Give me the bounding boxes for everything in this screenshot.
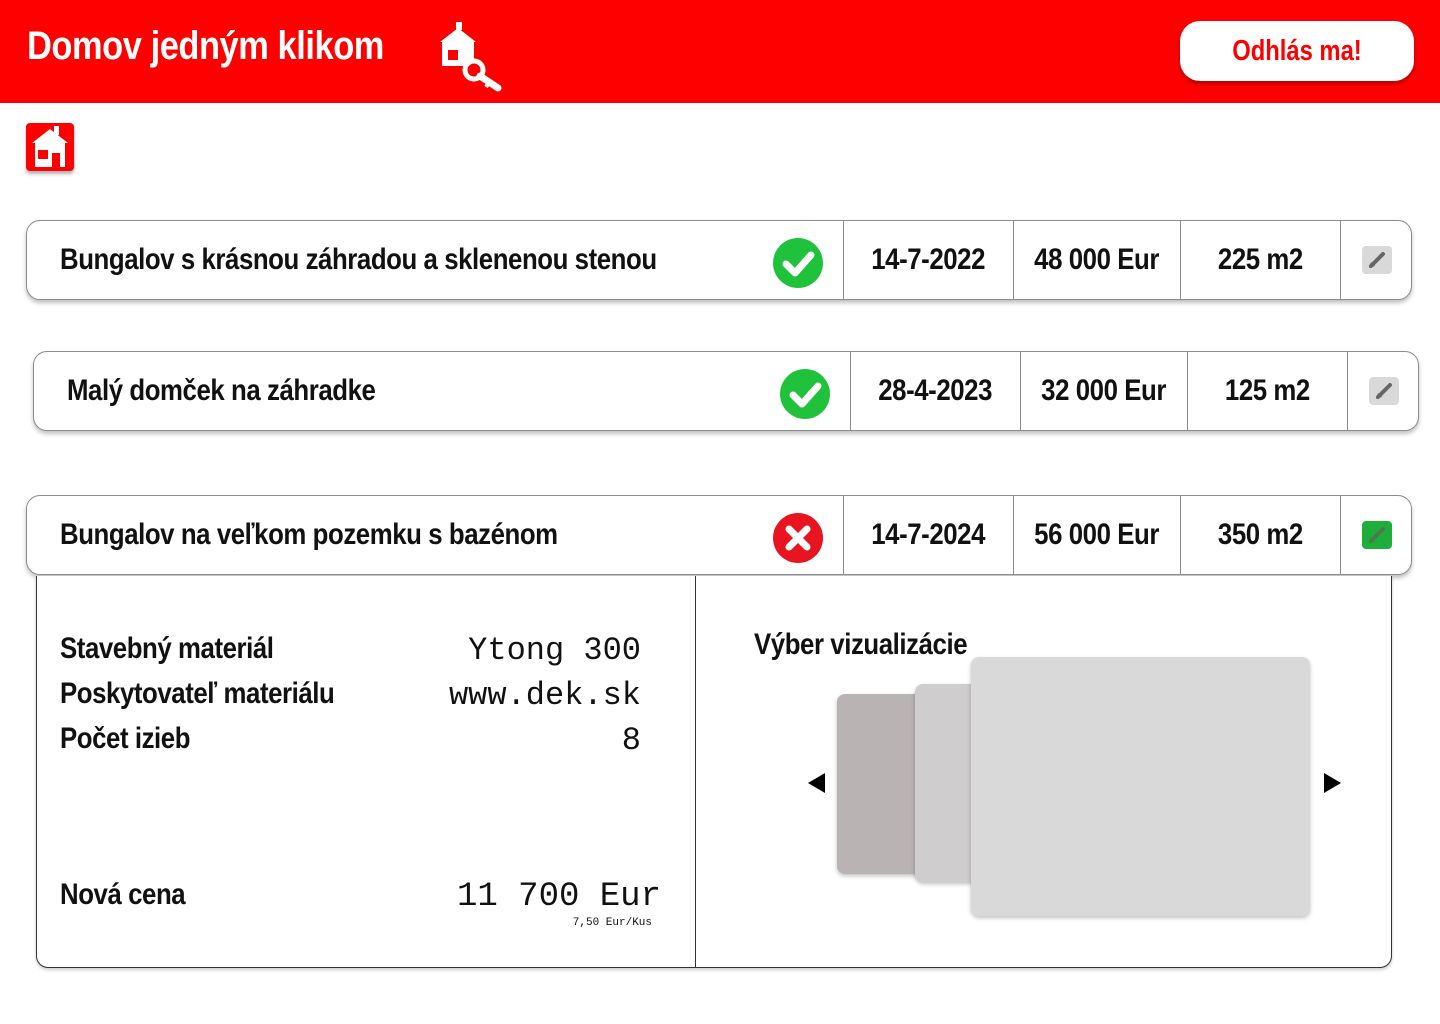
- listing-date: 14-7-2024: [843, 496, 1013, 574]
- logout-label: Odhlás ma!: [1232, 34, 1362, 67]
- spec-value: Ytong 300: [468, 632, 641, 669]
- listing-price: 48 000 Eur: [1013, 221, 1180, 299]
- listing-title: Bungalov s krásnou záhradou a sklenenou …: [60, 243, 657, 276]
- logout-button[interactable]: Odhlás ma!: [1180, 21, 1414, 81]
- listing-area: 350 m2: [1180, 496, 1340, 574]
- carousel-next-arrow[interactable]: [1324, 773, 1341, 793]
- listing-detail-panel: Stavebný materiál Ytong 300 Poskytovateľ…: [36, 576, 1392, 968]
- pencil-icon: [1362, 521, 1392, 549]
- listing-row-expanded[interactable]: Bungalov na veľkom pozemku s bazénom 14-…: [26, 495, 1412, 575]
- price-unit: 7,50 Eur/Kus: [572, 917, 652, 929]
- spec-label: Počet izieb: [60, 722, 191, 755]
- price-label: Nová cena: [60, 878, 186, 911]
- spec-label: Poskytovateľ materiálu: [60, 677, 335, 710]
- visualization-card-selected[interactable]: [971, 657, 1310, 916]
- spec-value: 8: [621, 722, 641, 759]
- listing-date: 14-7-2022: [843, 221, 1013, 299]
- listing-price: 32 000 Eur: [1020, 352, 1187, 430]
- check-circle-icon: [773, 238, 823, 288]
- x-circle-icon: [773, 513, 823, 563]
- listing-date: 28-4-2023: [850, 352, 1020, 430]
- carousel-prev-arrow[interactable]: [808, 773, 825, 793]
- home-button[interactable]: [26, 123, 74, 171]
- listing-title: Bungalov na veľkom pozemku s bazénom: [60, 518, 558, 551]
- check-circle-icon: [780, 369, 830, 419]
- listing-price: 56 000 Eur: [1013, 496, 1180, 574]
- listing-row[interactable]: Bungalov s krásnou záhradou a sklenenou …: [26, 220, 1412, 300]
- listing-area: 225 m2: [1180, 221, 1340, 299]
- house-icon: [32, 126, 68, 167]
- edit-button[interactable]: [1347, 352, 1420, 430]
- pencil-icon: [1369, 377, 1399, 405]
- house-key-icon: [436, 20, 504, 92]
- app-title: Domov jedným klikom: [27, 24, 384, 68]
- edit-button[interactable]: [1340, 496, 1413, 574]
- app-header: Domov jedným klikom Odhlás ma!: [0, 0, 1440, 103]
- listing-title: Malý domček na záhradke: [67, 374, 376, 407]
- listing-row[interactable]: Malý domček na záhradke 28-4-2023 32 000…: [33, 351, 1419, 431]
- edit-button[interactable]: [1340, 221, 1413, 299]
- pencil-icon: [1362, 246, 1392, 274]
- spec-label: Stavebný materiál: [60, 632, 274, 665]
- spec-value: www.dek.sk: [448, 677, 641, 714]
- listing-area: 125 m2: [1187, 352, 1347, 430]
- panel-divider: [695, 576, 696, 967]
- visualization-title: Výber vizualizácie: [754, 628, 968, 661]
- price-value: 11 700 Eur: [456, 878, 661, 916]
